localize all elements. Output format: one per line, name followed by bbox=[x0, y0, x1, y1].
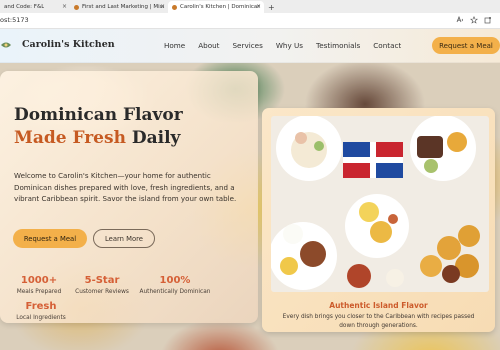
browser-tab[interactable]: and Code: F&L × bbox=[0, 1, 70, 13]
tab-label: First and Last Marketing | Missio bbox=[82, 4, 164, 10]
close-tab-icon[interactable]: × bbox=[62, 3, 67, 10]
learn-more-button[interactable]: Learn More bbox=[93, 229, 155, 248]
nav-link-contact[interactable]: Contact bbox=[373, 41, 401, 50]
logo-icon[interactable] bbox=[0, 40, 12, 50]
star-icon[interactable] bbox=[470, 16, 478, 24]
stat-label: Local Ingredients bbox=[16, 315, 66, 321]
stat-meals: 1000+ Meals Prepared bbox=[14, 274, 64, 296]
site-header: Carolin's Kitchen Home About Services Wh… bbox=[0, 29, 500, 63]
stat-value: 1000+ bbox=[20, 275, 58, 286]
feature-card-description: Every dish brings you closer to the Cari… bbox=[282, 314, 475, 329]
address-bar: ost:5173 bbox=[0, 13, 500, 29]
browser-tab-active[interactable]: Carolin's Kitchen | Dominican Ca × bbox=[168, 1, 264, 13]
new-tab-icon[interactable]: + bbox=[268, 1, 275, 13]
tab-label: Carolin's Kitchen | Dominican Ca bbox=[180, 4, 260, 10]
stat-value: 100% bbox=[159, 275, 191, 286]
hero-title-line1: Dominican Flavor bbox=[14, 105, 183, 125]
address-bar-icons bbox=[456, 16, 492, 24]
nav-link-services[interactable]: Services bbox=[233, 41, 263, 50]
web-page: Carolin's Kitchen Home About Services Wh… bbox=[0, 29, 500, 350]
extensions-icon[interactable] bbox=[484, 16, 492, 24]
nav-menu: Home About Services Why Us Testimonials … bbox=[164, 41, 414, 50]
stat-reviews: 5-Star Customer Reviews bbox=[72, 274, 132, 296]
stat-label: Customer Reviews bbox=[75, 289, 129, 295]
browser-tab-bar: and Code: F&L × First and Last Marketing… bbox=[0, 0, 500, 13]
stat-authentic: 100% Authentically Dominican bbox=[138, 274, 212, 296]
nav-link-why-us[interactable]: Why Us bbox=[276, 41, 303, 50]
stat-value: 5-Star bbox=[84, 275, 120, 286]
stat-label: Meals Prepared bbox=[16, 289, 62, 295]
favicon-icon bbox=[172, 4, 177, 10]
nav-link-testimonials[interactable]: Testimonials bbox=[316, 41, 360, 50]
hero-title-accent: Made Fresh bbox=[14, 128, 126, 148]
dominican-dishes-image bbox=[271, 116, 489, 292]
stat-fresh: Fresh Local Ingredients bbox=[14, 300, 68, 322]
browser-tab[interactable]: First and Last Marketing | Missio × bbox=[70, 1, 168, 13]
close-tab-icon[interactable]: × bbox=[160, 3, 165, 10]
hero-title-rest: Daily bbox=[125, 128, 181, 148]
stat-value: Fresh bbox=[25, 301, 57, 312]
hero-title-line2: Made Fresh Daily bbox=[14, 127, 180, 149]
hero-description: Welcome to Carolin's Kitchen—your home f… bbox=[14, 171, 237, 203]
brand-name[interactable]: Carolin's Kitchen bbox=[22, 39, 115, 50]
nav-link-about[interactable]: About bbox=[198, 41, 219, 50]
stat-label: Authentically Dominican bbox=[139, 289, 211, 295]
request-meal-nav-button[interactable]: Request a Meal bbox=[432, 37, 500, 54]
nav-link-home[interactable]: Home bbox=[164, 41, 185, 50]
request-meal-button[interactable]: Request a Meal bbox=[13, 229, 87, 248]
url-field[interactable]: ost:5173 bbox=[0, 16, 29, 24]
feature-card-title: Authentic Island Flavor bbox=[329, 301, 428, 310]
close-tab-icon[interactable]: × bbox=[256, 3, 261, 10]
tab-label: and Code: F&L bbox=[4, 4, 45, 10]
favicon-icon bbox=[74, 4, 79, 10]
read-aloud-icon[interactable] bbox=[456, 16, 464, 24]
